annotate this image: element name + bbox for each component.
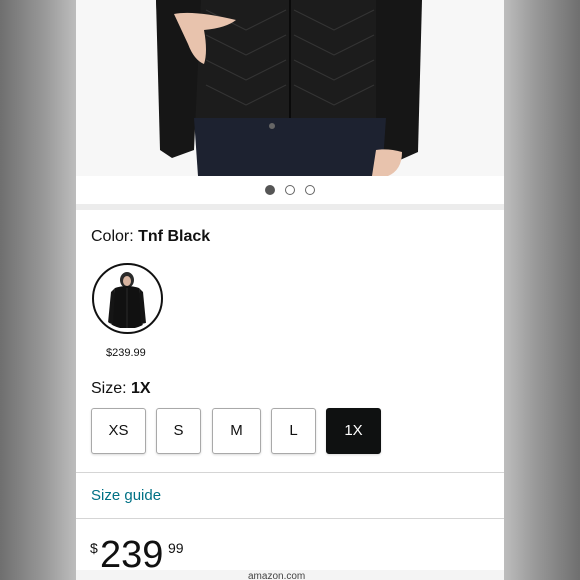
size-option-m[interactable]: M [212,408,261,454]
swatch-jacket-thumbnail [97,268,158,329]
section-divider [76,204,504,210]
browser-address-bar[interactable]: amazon.com [76,570,504,580]
url-text: amazon.com [248,571,306,580]
swatch-price: $239.99 [106,347,146,359]
jacket-photo [76,0,504,176]
price-currency: $ [90,540,98,556]
divider [76,472,504,473]
swatch-image [97,268,158,329]
divider [76,518,504,519]
color-label: Color: [91,228,139,245]
size-selection-label: Size: 1X [91,380,151,398]
color-selection-label: Color: Tnf Black [91,228,210,246]
size-option-1x[interactable]: 1X [326,408,381,454]
size-option-xs[interactable]: XS [91,408,146,454]
size-label: Size: [91,380,132,397]
color-swatch-tnf-black[interactable] [92,263,163,334]
size-value: 1X [131,380,151,397]
color-value: Tnf Black [138,228,211,245]
background-left [0,0,76,580]
product-page: Color: Tnf Black $239.99 Size: 1X XS S M… [76,0,504,580]
price-fraction: 99 [168,540,184,556]
background-right [504,0,580,580]
size-option-s[interactable]: S [156,408,201,454]
size-guide-link[interactable]: Size guide [91,487,161,504]
carousel-dot-2[interactable] [285,185,295,195]
image-carousel-indicator [76,176,504,204]
product-image[interactable] [76,0,504,176]
size-option-l[interactable]: L [271,408,316,454]
carousel-dot-1[interactable] [265,185,275,195]
carousel-dot-3[interactable] [305,185,315,195]
